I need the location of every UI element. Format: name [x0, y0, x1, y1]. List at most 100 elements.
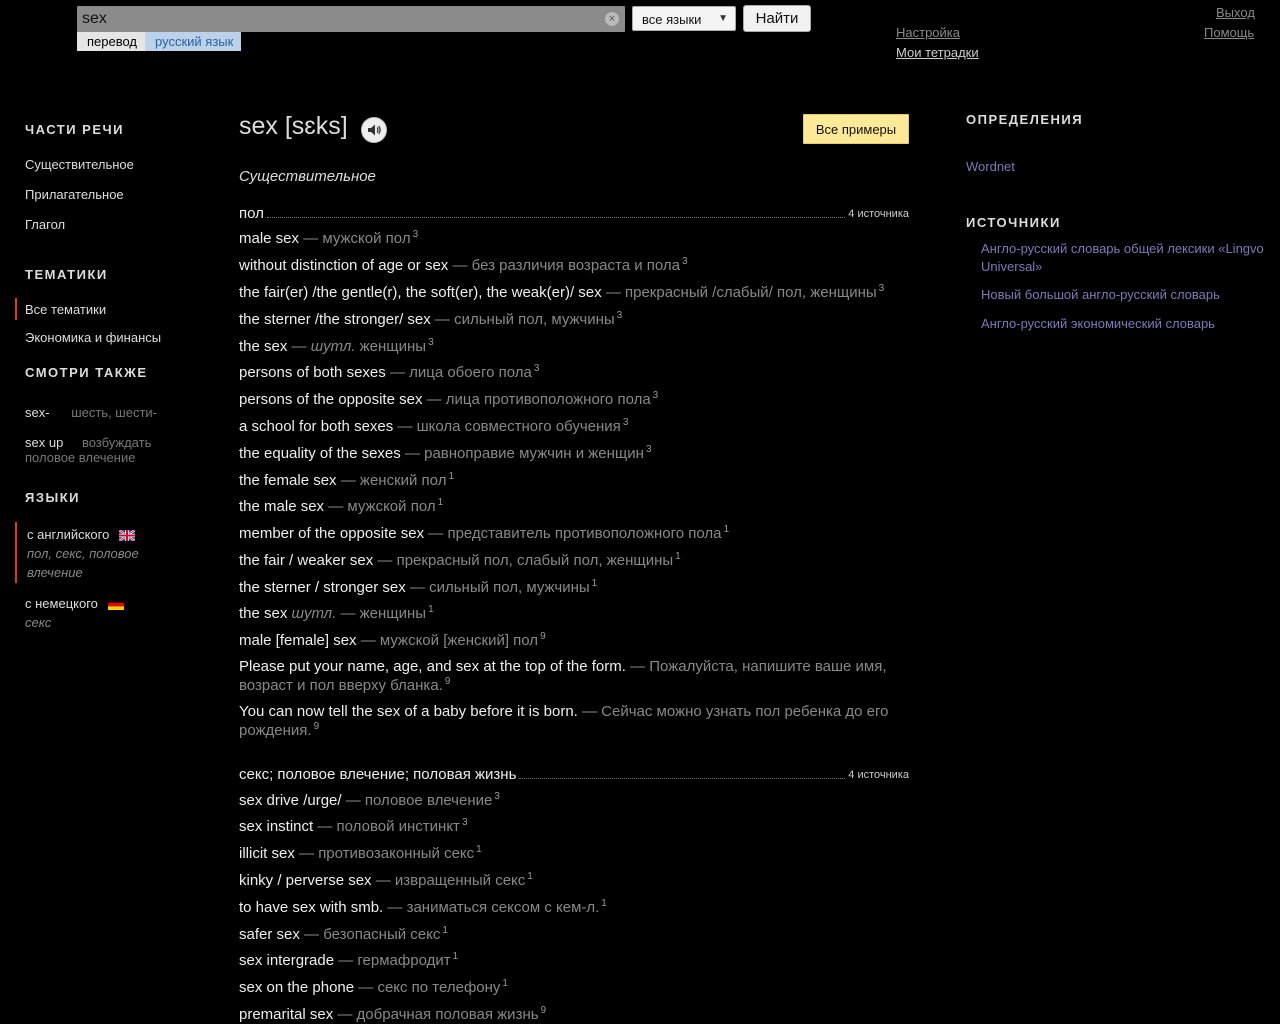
headword: sex [sɛks] [239, 112, 348, 140]
source-link[interactable]: Англо-русский словарь общей лексики «Lin… [981, 240, 1266, 276]
logout-link[interactable]: Выход [1216, 5, 1255, 20]
language-select[interactable]: все языки ▼ [632, 6, 736, 31]
source-number[interactable]: 9 [540, 631, 546, 642]
wordnet-link[interactable]: Wordnet [966, 158, 1251, 176]
find-button[interactable]: Найти [743, 5, 811, 32]
search-input[interactable] [77, 6, 602, 32]
language-item-english[interactable]: с английского пол, секс, половое влечени… [27, 525, 152, 582]
uk-flag-icon [118, 530, 135, 542]
tab-translate[interactable]: перевод [77, 32, 146, 51]
nav-economics-finance[interactable]: Экономика и финансы [25, 330, 161, 345]
example-english: Please put your name, age, and sex at th… [239, 658, 626, 675]
source-number[interactable]: 1 [502, 978, 508, 989]
example-row[interactable]: persons of both sexes — лица обоего пола… [239, 363, 907, 382]
help-link[interactable]: Помощь [1204, 25, 1254, 40]
clear-icon[interactable]: × [605, 12, 619, 26]
sources-count[interactable]: 4 источника [848, 769, 909, 783]
source-number[interactable]: 1 [476, 844, 482, 855]
source-number[interactable]: 1 [527, 871, 533, 882]
source-number[interactable]: 1 [592, 578, 598, 589]
example-russian: прекрасный пол, слабый пол, женщины [396, 552, 674, 569]
example-row[interactable]: the male sex — мужской пол 1 [239, 497, 907, 516]
usage-label: шутл. [310, 338, 356, 355]
speaker-icon[interactable] [361, 117, 387, 143]
dash: — [299, 845, 315, 862]
source-number[interactable]: 3 [494, 791, 500, 802]
source-number[interactable]: 1 [601, 898, 607, 909]
example-row[interactable]: to have sex with smb. — заниматься сексо… [239, 898, 907, 917]
nav-noun[interactable]: Существительное [25, 157, 134, 172]
source-number[interactable]: 3 [653, 390, 659, 401]
sources-count[interactable]: 4 источника [848, 208, 909, 222]
example-russian: заниматься сексом с кем-л. [406, 899, 600, 916]
notebooks-link[interactable]: Мои тетрадки [896, 45, 979, 60]
example-row[interactable]: premarital sex — добрачная половая жизнь… [239, 1005, 907, 1024]
dash: — [328, 498, 344, 515]
source-number[interactable]: 3 [534, 363, 540, 374]
nav-adjective[interactable]: Прилагательное [25, 187, 124, 202]
source-number[interactable]: 3 [413, 229, 419, 240]
language-item-german[interactable]: с немецкого секс [25, 594, 165, 632]
example-row[interactable]: sex on the phone — секс по телефону 1 [239, 978, 907, 997]
dash: — [409, 579, 425, 596]
example-row[interactable]: the fair(er) /the gentle(r), the soft(er… [239, 283, 907, 302]
tab-russian-language[interactable]: русский язык [145, 32, 242, 51]
source-number[interactable]: 1 [442, 925, 448, 936]
source-number[interactable]: 9 [314, 721, 320, 732]
source-number[interactable]: 3 [617, 310, 623, 321]
see-also-item[interactable]: sex up возбуждать половое влечение [25, 435, 165, 465]
example-row[interactable]: the female sex — женский пол 1 [239, 471, 907, 490]
example-row[interactable]: persons of the opposite sex — лица проти… [239, 390, 907, 409]
source-number[interactable]: 1 [438, 497, 444, 508]
example-row[interactable]: member of the opposite sex — представите… [239, 524, 907, 543]
source-number[interactable]: 1 [448, 471, 454, 482]
dash: — [360, 632, 376, 649]
meaning-title[interactable]: пол [239, 205, 264, 222]
source-number[interactable]: 3 [879, 283, 885, 294]
example-row[interactable]: Please put your name, age, and sex at th… [239, 657, 907, 695]
dotted-leader [519, 778, 846, 779]
source-number[interactable]: 3 [462, 817, 468, 828]
example-row[interactable]: male sex — мужской пол 3 [239, 229, 907, 248]
source-number[interactable]: 1 [428, 604, 434, 615]
example-row[interactable]: a school for both sexes — школа совместн… [239, 417, 907, 436]
source-number[interactable]: 3 [646, 444, 652, 455]
source-number[interactable]: 1 [724, 524, 730, 535]
meaning-title[interactable]: секс; половое влечение; половая жизнь [239, 766, 516, 783]
example-row[interactable]: the sex — шутл. женщины 3 [239, 337, 907, 356]
settings-link[interactable]: Настройка [896, 25, 960, 40]
source-number[interactable]: 9 [445, 676, 451, 687]
source-number[interactable]: 3 [623, 417, 629, 428]
example-row[interactable]: the fair / weaker sex — прекрасный пол, … [239, 551, 907, 570]
source-link[interactable]: Новый большой англо-русский словарь [981, 286, 1266, 304]
nav-all-topics[interactable]: Все тематики [25, 302, 106, 317]
example-russian: извращенный секс [394, 872, 526, 889]
example-english: the sterner /the stronger/ sex [239, 311, 431, 328]
source-number[interactable]: 3 [428, 337, 434, 348]
example-row[interactable]: male [female] sex — мужской [женский] по… [239, 631, 907, 650]
source-link[interactable]: Англо-русский экономический словарь [981, 315, 1266, 333]
example-row[interactable]: sex intergrade — гермафродит 1 [239, 951, 907, 970]
example-row[interactable]: the sex шутл. — женщины 1 [239, 604, 907, 623]
source-number[interactable]: 1 [453, 951, 459, 962]
sources-title: ИСТОЧНИКИ [966, 215, 1061, 230]
example-row[interactable]: sex drive /urge/ — половое влечение 3 [239, 791, 907, 810]
example-row[interactable]: without distinction of age or sex — без … [239, 256, 907, 275]
example-row[interactable]: safer sex — безопасный секс 1 [239, 925, 907, 944]
nav-verb[interactable]: Глагол [25, 217, 65, 232]
example-row[interactable]: the sterner /the stronger/ sex — сильный… [239, 310, 907, 329]
source-number[interactable]: 3 [682, 256, 688, 267]
example-row[interactable]: You can now tell the sex of a baby befor… [239, 702, 907, 740]
example-russian: добрачная половая жизнь [356, 1006, 539, 1023]
source-number[interactable]: 9 [541, 1005, 547, 1016]
example-row[interactable]: sex instinct — половой инстинкт 3 [239, 817, 907, 836]
all-examples-button[interactable]: Все примеры [803, 114, 909, 144]
language-name: с немецкого [25, 596, 98, 611]
see-also-item[interactable]: sex- шесть, шести- [25, 405, 165, 420]
source-number[interactable]: 1 [675, 551, 681, 562]
example-row[interactable]: the equality of the sexes — равноправие … [239, 444, 907, 463]
example-row[interactable]: illicit sex — противозаконный секс 1 [239, 844, 907, 863]
example-row[interactable]: the sterner / stronger sex — сильный пол… [239, 578, 907, 597]
dash: — [582, 703, 597, 720]
example-row[interactable]: kinky / perverse sex — извращенный секс 1 [239, 871, 907, 890]
